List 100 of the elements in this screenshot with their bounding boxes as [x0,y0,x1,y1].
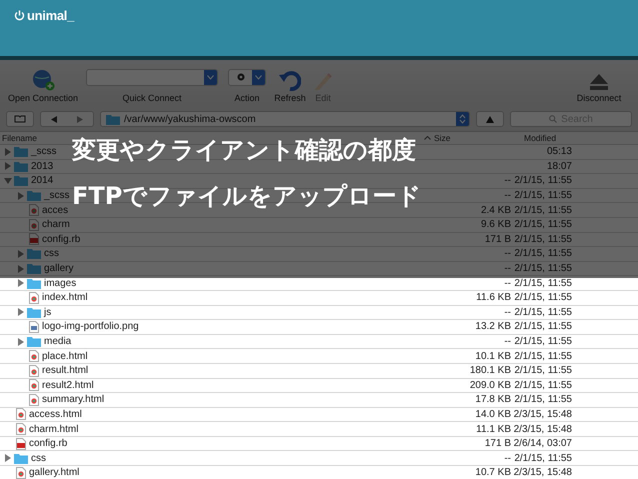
disclosure-triangle-icon[interactable] [17,338,25,346]
file-name: summary.html [42,394,104,406]
back-forward-button[interactable] [40,111,94,127]
toolbar-label[interactable]: Quick Connect [122,93,182,103]
quick-connect-field[interactable] [86,69,218,86]
file-size: 14.0 KB [475,408,511,420]
file-icon [16,438,26,450]
file-size: 171 B [484,234,511,245]
file-name: js [44,306,52,318]
file-modified: 2/1/15, 11:55 [514,190,572,202]
file-size: -- [504,190,511,202]
search-icon [549,115,558,123]
folder-icon [14,452,28,464]
chevron-down-icon [207,75,214,80]
path-field[interactable]: /var/www/yakushima-owscom [100,111,470,127]
toolbar-label[interactable]: Disconnect [576,93,622,103]
file-size: 10.1 KB [475,350,511,362]
toolbar-label[interactable]: Action [234,93,260,103]
file-size: -- [504,452,511,464]
file-modified: 2/1/15, 11:55 [514,204,572,216]
toolbar-label[interactable]: Refresh [274,93,306,103]
disclosure-triangle-icon[interactable] [17,308,25,316]
back-icon [51,116,57,122]
file-modified: 2/1/15, 11:55 [514,219,572,230]
file-name: config.rb [29,438,68,450]
file-modified: 2/1/15, 11:55 [514,278,572,289]
file-icon [29,394,39,406]
file-name: css [31,452,46,464]
folder-icon [14,175,28,186]
column-heading[interactable]: Filename [2,133,37,143]
file-icon [29,379,39,392]
file-name: result2.html [42,380,94,391]
file-size: 2.4 KB [480,204,511,216]
folder-icon [27,190,41,202]
file-modified: 2/1/15, 11:55 [514,306,572,318]
file-name: config.rb [42,234,80,245]
file-name: charm.html [29,424,78,435]
file-name: 2014 [31,175,54,186]
file-icon [16,423,26,436]
file-modified: 2/1/15, 11:55 [514,350,572,362]
file-name: logo-img-portfolio.png [42,321,139,332]
file-name: acces [42,204,68,216]
file-size: -- [504,278,511,289]
disclosure-triangle-icon[interactable] [4,454,12,462]
file-size: 17.8 KB [475,394,511,406]
overlay-title: FTPでファイルをアップロード [72,181,422,211]
file-modified: 2/3/15, 15:48 [514,467,572,478]
site-logo[interactable]: unimal_ [14,8,74,23]
file-icon [16,408,26,420]
file-icon [29,233,39,246]
folder-icon [106,114,120,124]
column-heading[interactable]: Modified [524,133,556,143]
toolbar-label[interactable]: Open Connection [8,93,78,103]
action-menu-button[interactable] [228,69,266,86]
file-size: 11.6 KB [476,292,511,304]
file-icon [16,466,26,479]
file-modified: 2/3/15, 15:48 [514,424,572,435]
file-name: index.html [42,292,88,304]
power-icon [14,10,25,21]
logo-text: unimal_ [27,8,74,23]
eject-icon [589,73,609,91]
file-name: access.html [29,408,82,420]
file-name: charm [42,219,70,230]
folder-icon [27,336,41,348]
file-modified: 2/1/15, 11:55 [514,336,572,348]
overlay-title: 変更やクライアント確認の都度 [72,135,416,165]
file-size: -- [504,175,511,186]
file-modified: 2/1/15, 11:55 [514,380,572,391]
folder-icon [27,248,41,260]
file-modified: 2/1/15, 11:55 [514,292,572,304]
file-modified: 2/6/14, 03:07 [514,438,572,450]
file-name: _scss [31,146,57,158]
file-modified: 2/1/15, 11:55 [514,321,572,332]
file-name: _scss [44,190,70,202]
file-icon [29,320,39,333]
column-heading[interactable]: Size [424,133,451,143]
file-size: 11.1 KB [476,424,511,435]
file-modified: 2/1/15, 11:55 [514,175,572,186]
file-name: result.html [42,365,88,376]
sort-caret-icon [424,136,431,140]
dropdown-button[interactable] [204,70,217,85]
file-modified: 2/1/15, 11:55 [514,234,572,245]
chevron-down-icon [255,75,262,80]
bookmarks-button[interactable] [6,111,34,127]
forward-icon [77,116,83,122]
file-name: images [44,278,76,289]
file-icon [29,292,39,304]
globe-icon [31,69,55,91]
file-name: gallery [44,263,74,274]
file-size: -- [504,336,511,348]
file-modified: 2/1/15, 11:55 [514,394,572,406]
file-icon [29,204,39,216]
parent-folder-button[interactable] [476,111,504,127]
file-modified: 2/1/15, 11:55 [514,248,572,260]
file-modified: 2/1/15, 11:55 [514,365,572,376]
file-size: -- [504,263,511,274]
file-modified: 18:07 [546,160,572,172]
file-name: css [44,248,59,260]
file-name: place.html [42,350,88,362]
file-size: -- [504,306,511,318]
